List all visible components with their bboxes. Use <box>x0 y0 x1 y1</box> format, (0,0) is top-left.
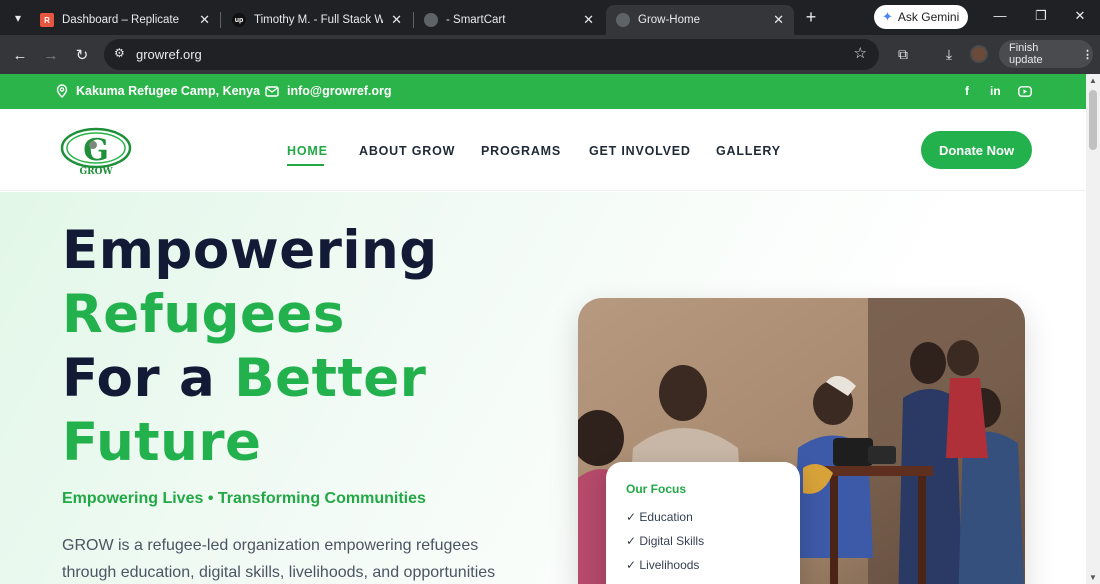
restore-icon[interactable]: ❐ <box>1031 8 1051 24</box>
hero-heading-line-3: For a Better <box>62 352 426 405</box>
close-tab-icon[interactable]: ✕ <box>199 12 210 28</box>
hero-description: GROW is a refugee-led organization empow… <box>62 537 496 581</box>
scrollbar-thumb[interactable] <box>1089 90 1097 150</box>
browser-tab[interactable]: R Dashboard – Replicate ✕ <box>30 5 220 35</box>
bookmark-star-icon[interactable]: ☆ <box>854 44 867 62</box>
focus-item-digital-skills: ✓ Digital Skills <box>626 534 705 548</box>
our-focus-card: Our Focus ✓ Education ✓ Digital Skills ✓… <box>606 462 800 584</box>
nav-get-involved[interactable]: GET INVOLVED <box>589 144 691 158</box>
globe-favicon-icon <box>616 13 630 27</box>
browser-toolbar: ← → ↻ ⚙ growref.org ☆ ⧉ ⤓ Finish update … <box>0 35 1100 74</box>
close-tab-icon[interactable]: ✕ <box>391 12 402 28</box>
browser-tab-active[interactable]: Grow-Home ✕ <box>606 5 794 35</box>
hero-tagline: Empowering Lives • Transforming Communit… <box>62 490 426 507</box>
close-window-icon[interactable]: ✕ <box>1070 8 1090 24</box>
hero-heading-for-a: For a <box>62 348 216 409</box>
nav-about-grow[interactable]: ABOUT GROW <box>359 144 455 158</box>
site-header: G GROW HOME ABOUT GROW PROGRAMS GET INVO… <box>0 109 1086 191</box>
more-menu-icon: ⋮ <box>1082 48 1093 61</box>
address-bar[interactable]: ⚙ growref.org ☆ <box>104 39 879 70</box>
location-item: Kakuma Refugee Camp, Kenya <box>56 84 260 98</box>
tab-title: Timothy M. - Full Stack Web <box>254 14 384 26</box>
hero-heading-line-4: Future <box>62 412 262 473</box>
close-tab-icon[interactable]: ✕ <box>583 12 594 28</box>
back-arrow-icon[interactable]: ← <box>10 45 30 65</box>
focus-card-title: Our Focus <box>626 482 687 496</box>
email-link[interactable]: info@growref.org <box>287 84 392 98</box>
nav-home[interactable]: HOME <box>287 144 328 158</box>
youtube-icon[interactable] <box>1018 86 1032 97</box>
finish-update-label: Finish update <box>1009 42 1043 66</box>
ask-gemini-button[interactable]: ✦ Ask Gemini <box>874 5 968 29</box>
facebook-icon[interactable]: f <box>965 84 969 98</box>
minimize-icon[interactable]: — <box>990 8 1010 23</box>
page-scrollbar[interactable]: ▲ ▼ <box>1086 74 1100 584</box>
globe-favicon-icon <box>424 13 438 27</box>
finish-update-button[interactable]: Finish update ⋮ <box>999 40 1093 68</box>
scroll-down-icon[interactable]: ▼ <box>1089 573 1097 582</box>
browser-tab[interactable]: up Timothy M. - Full Stack Web ✕ <box>222 5 412 35</box>
extensions-icon[interactable]: ⧉ <box>893 44 913 64</box>
nav-programs[interactable]: PROGRAMS <box>481 144 561 158</box>
ask-gemini-label: Ask Gemini <box>897 10 960 24</box>
grow-logo[interactable]: G GROW <box>60 127 132 175</box>
mail-icon <box>265 85 279 97</box>
forward-arrow-icon[interactable]: → <box>41 45 61 65</box>
nav-gallery[interactable]: GALLERY <box>716 144 781 158</box>
svg-text:G: G <box>83 133 109 168</box>
browser-tab[interactable]: - SmartCart ✕ <box>414 5 604 35</box>
location-text: Kakuma Refugee Camp, Kenya <box>76 84 261 98</box>
reload-icon[interactable]: ↻ <box>72 45 92 65</box>
tab-title: Grow-Home <box>638 14 700 26</box>
focus-item-livelihoods: ✓ Livelihoods <box>626 558 700 572</box>
upwork-favicon-icon: up <box>232 13 246 27</box>
tab-title: - SmartCart <box>446 14 506 26</box>
donate-now-button[interactable]: Donate Now <box>921 131 1032 169</box>
map-pin-icon <box>56 84 68 98</box>
hero-heading-line-2: Refugees <box>62 284 345 345</box>
close-tab-icon[interactable]: ✕ <box>773 12 784 28</box>
scroll-up-icon[interactable]: ▲ <box>1089 76 1097 85</box>
tab-separator <box>220 12 221 28</box>
replicate-favicon-icon: R <box>40 13 54 27</box>
url-text[interactable]: growref.org <box>136 47 202 62</box>
download-icon[interactable]: ⤓ <box>939 44 959 64</box>
hero-section: Empowering Refugees For a Better Future … <box>0 192 1086 584</box>
tab-search-chevron-icon[interactable]: ▾ <box>8 8 28 28</box>
email-item[interactable]: info@growref.org <box>265 84 392 98</box>
focus-item-education: ✓ Education <box>626 510 693 524</box>
tab-title: Dashboard – Replicate <box>62 14 179 26</box>
profile-avatar[interactable] <box>970 45 988 63</box>
linkedin-icon[interactable]: in <box>990 84 1001 98</box>
hero-heading-line-1: Empowering <box>62 220 438 281</box>
hero-heading-better: Better <box>234 348 427 409</box>
browser-tab-bar: ▾ R Dashboard – Replicate ✕ up Timothy M… <box>0 0 1100 35</box>
gemini-sparkle-icon: ✦ <box>882 9 893 24</box>
svg-text:GROW: GROW <box>79 167 113 175</box>
site-info-icon[interactable]: ⚙ <box>114 46 130 62</box>
page-viewport: Kakuma Refugee Camp, Kenya info@growref.… <box>0 74 1100 584</box>
contact-top-bar: Kakuma Refugee Camp, Kenya info@growref.… <box>0 74 1086 109</box>
new-tab-icon[interactable]: + <box>801 7 821 27</box>
nav-active-underline <box>287 164 324 166</box>
